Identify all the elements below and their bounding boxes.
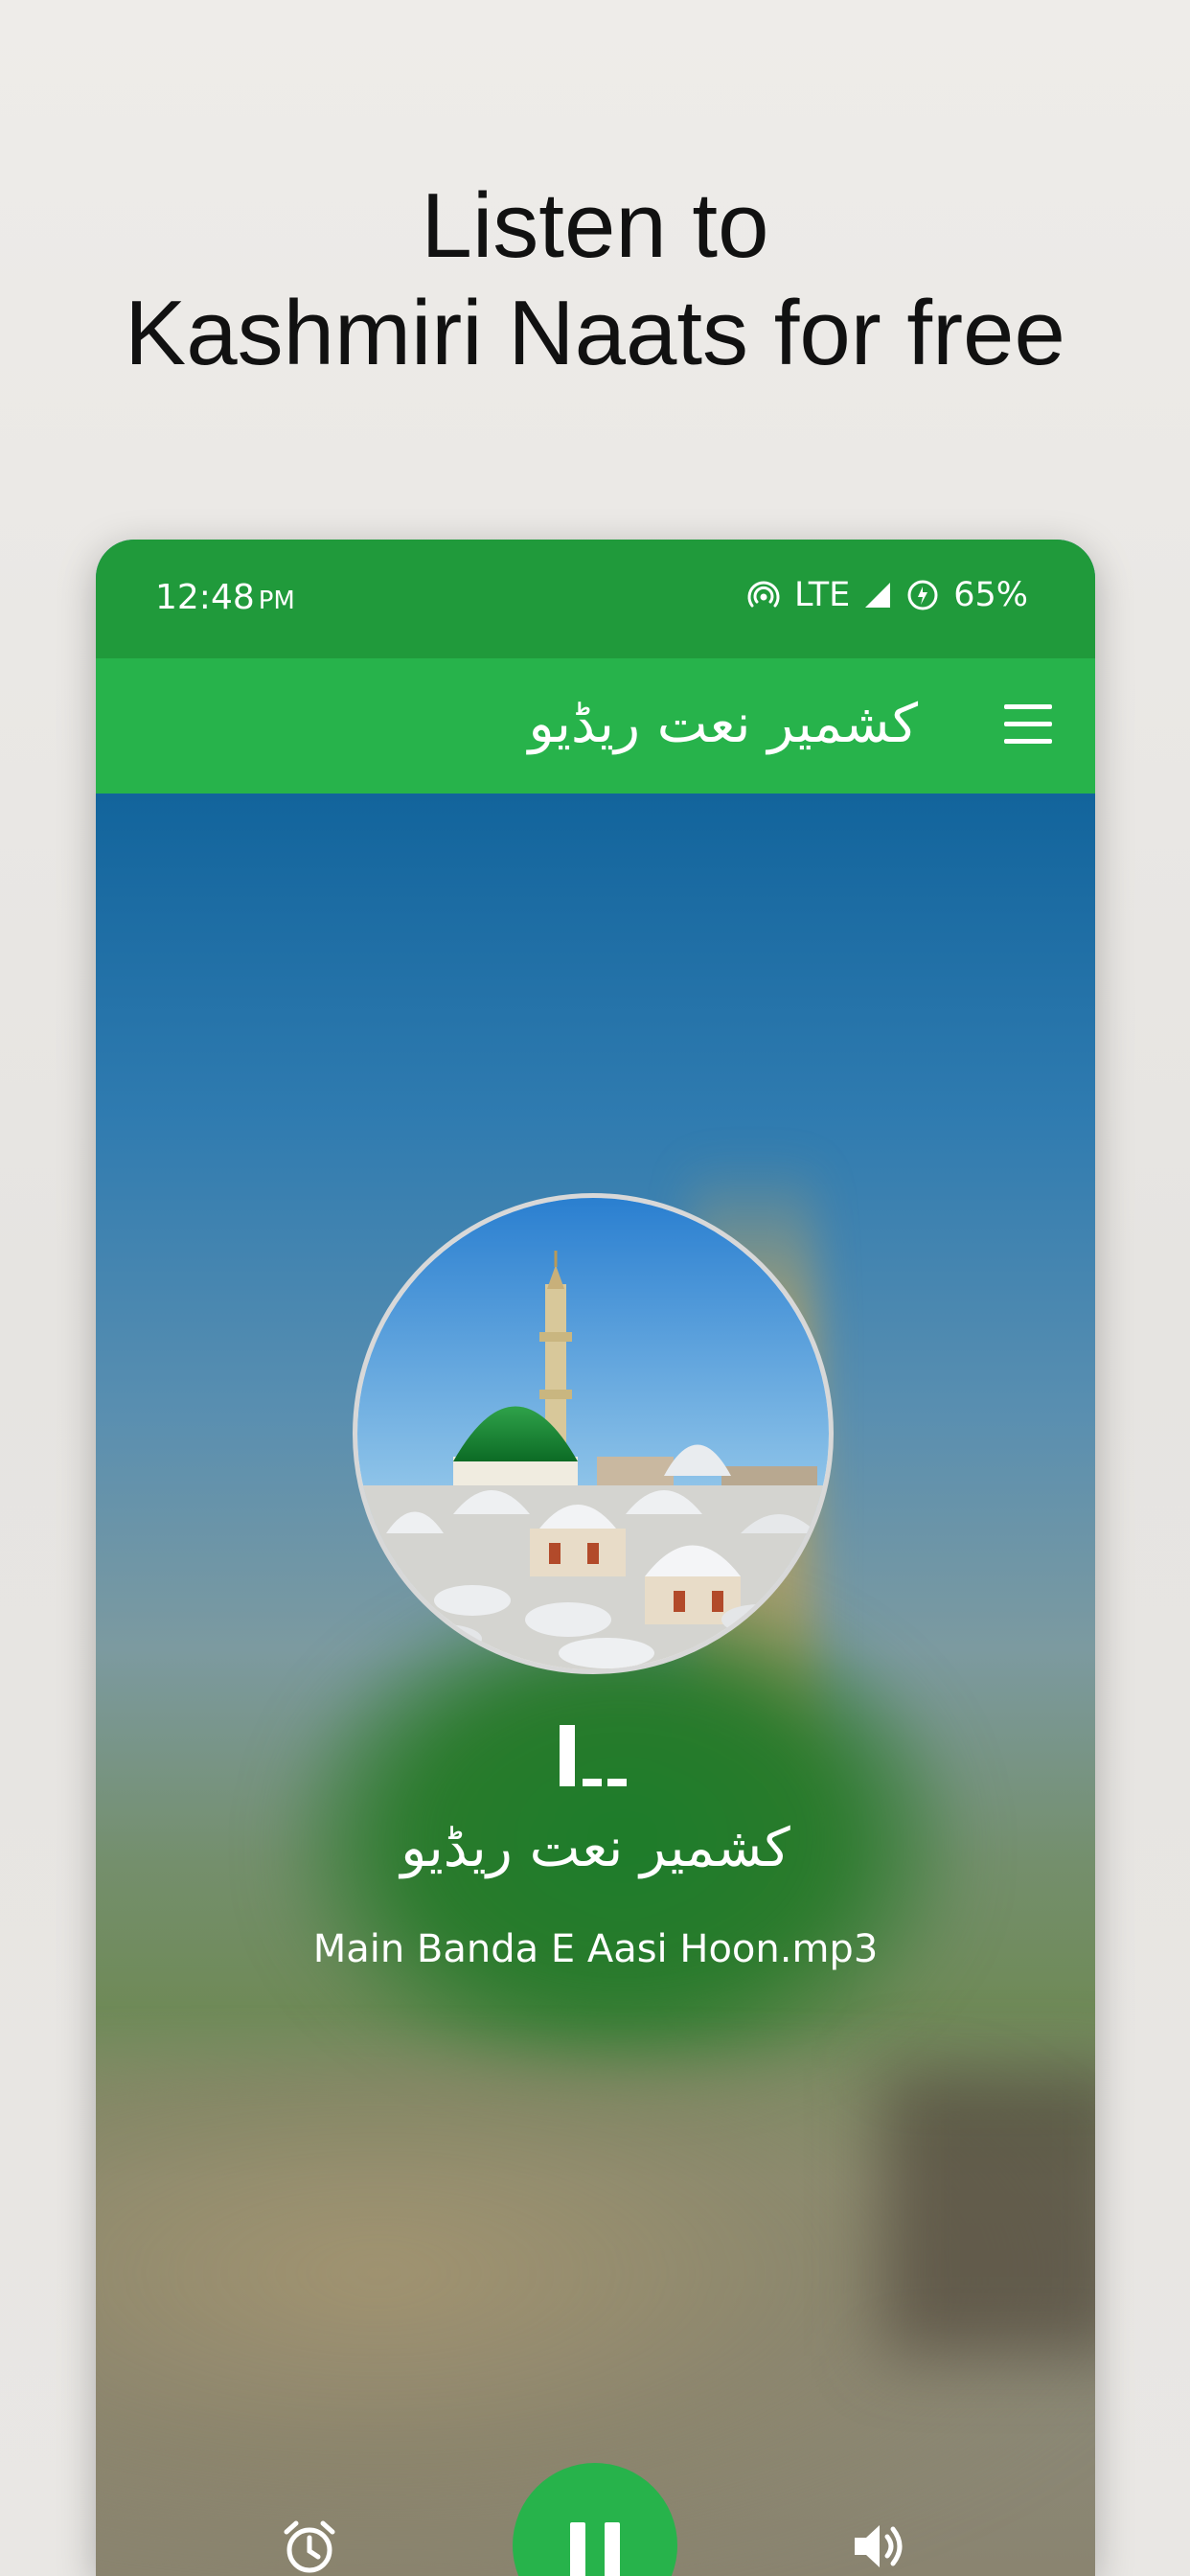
hamburger-menu-icon[interactable] [1004, 704, 1052, 747]
background-blur [881, 2068, 1095, 2356]
status-icons: LTE 65% [746, 576, 1028, 614]
status-time-ampm: PM [258, 586, 295, 615]
status-time: 12:48 PM [155, 578, 295, 617]
app-title: کشمیر نعت ریڈیو [528, 693, 918, 755]
promo-headline: Listen to Kashmiri Naats for free [0, 172, 1190, 387]
volume-icon[interactable] [853, 2520, 906, 2572]
track-name: Main Banda E Aasi Hoon.mp3 [312, 1927, 879, 1971]
pause-icon [605, 2522, 620, 2576]
alarm-clock-icon[interactable] [283, 2518, 336, 2576]
pause-icon [570, 2522, 585, 2576]
battery-saver-icon [905, 578, 940, 612]
status-time-value: 12:48 [155, 578, 255, 617]
network-type: LTE [794, 576, 851, 614]
hotspot-icon [746, 578, 781, 612]
phone-screen: 12:48 PM LTE 65% کشمیر نعت ریڈیو کشمیر ن… [96, 540, 1095, 2576]
player-area: کشمیر نعت ریڈیو Main Banda E Aasi Hoon.m… [96, 794, 1095, 2576]
promo-line-1: Listen to [421, 174, 769, 277]
status-bar: 12:48 PM LTE 65% [96, 540, 1095, 658]
signal-icon [863, 581, 892, 610]
app-bar: کشمیر نعت ریڈیو [96, 658, 1095, 794]
mosque-artwork [353, 1193, 834, 1674]
promo-line-2: Kashmiri Naats for free [125, 282, 1065, 384]
battery-percent: 65% [953, 576, 1028, 614]
station-name: کشمیر نعت ریڈیو [400, 1817, 790, 1879]
equalizer-icon [560, 1725, 627, 1786]
